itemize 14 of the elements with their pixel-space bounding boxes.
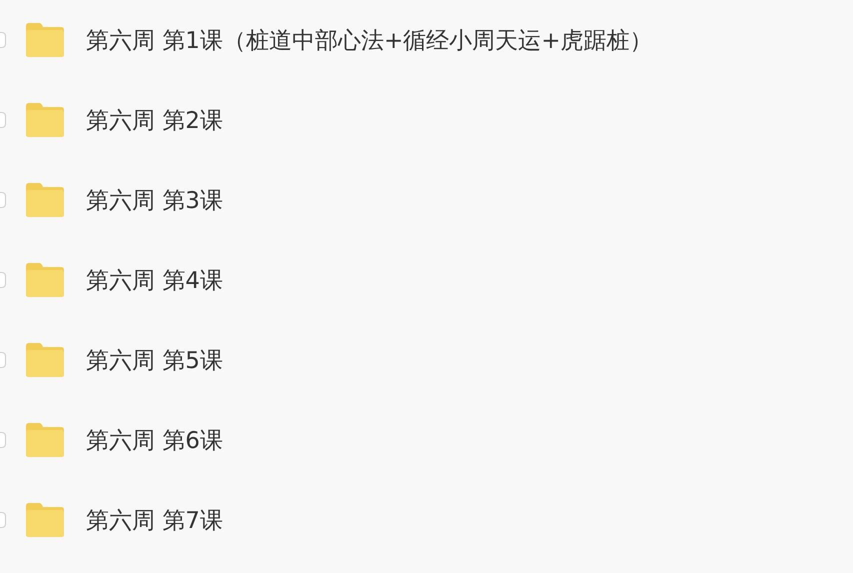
folder-name[interactable]: 第六周 第6课 bbox=[86, 424, 223, 456]
folder-name[interactable]: 第六周 第7课 bbox=[86, 504, 223, 536]
folder-icon bbox=[24, 182, 66, 218]
folder-icon bbox=[24, 422, 66, 458]
folder-icon bbox=[24, 262, 66, 298]
folder-icon bbox=[24, 502, 66, 538]
folder-name[interactable]: 第六周 第2课 bbox=[86, 104, 223, 136]
folder-name[interactable]: 第六周 第4课 bbox=[86, 264, 223, 296]
folder-name[interactable]: 第六周 第3课 bbox=[86, 184, 223, 216]
folder-icon bbox=[24, 22, 66, 58]
folder-name[interactable]: 第六周 第5课 bbox=[86, 344, 223, 376]
folder-icon bbox=[24, 342, 66, 378]
folder-icon bbox=[24, 102, 66, 138]
folder-name[interactable]: 第六周 第1课（桩道中部心法+循经小周天运+虎踞桩） bbox=[86, 24, 652, 56]
